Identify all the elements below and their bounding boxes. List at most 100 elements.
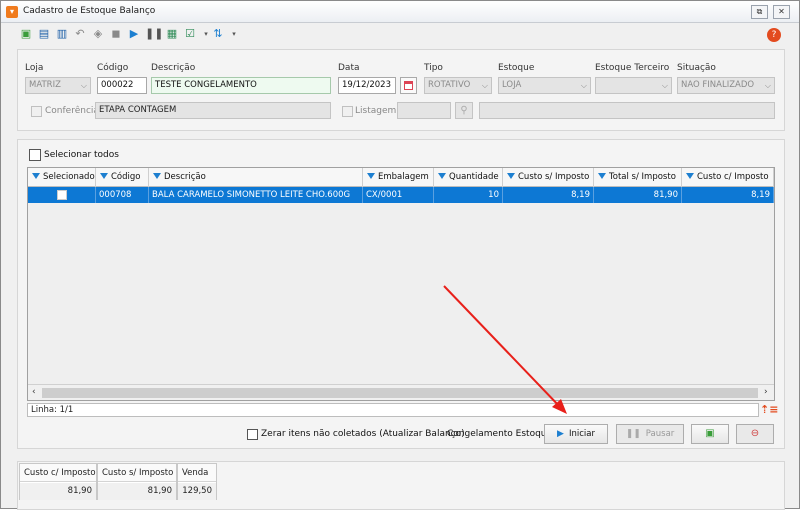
save-as-icon[interactable]: ▥: [55, 27, 69, 41]
listagem-description-field: [479, 102, 775, 119]
filter-icon[interactable]: [598, 172, 606, 179]
listagem-checkbox[interactable]: [342, 106, 353, 117]
filter-icon[interactable]: [686, 172, 694, 179]
play-icon[interactable]: ▶: [127, 27, 141, 41]
window-title: Cadastro de Estoque Balanço: [23, 6, 156, 16]
column-header-custo-c-imposto[interactable]: Custo c/ Imposto: [682, 168, 774, 187]
edit-icon[interactable]: ◼: [109, 27, 123, 41]
codigo-label: Código: [97, 63, 129, 73]
filter-icon[interactable]: [438, 172, 446, 179]
estoque-label: Estoque: [498, 63, 535, 73]
conferencia-label: Conferência: [45, 106, 99, 116]
filter-icon[interactable]: [153, 172, 161, 179]
search-icon[interactable]: ⚲: [455, 102, 473, 119]
scrollbar-thumb[interactable]: [42, 388, 758, 398]
data-label: Data: [338, 63, 360, 73]
remove-document-icon: ⊖: [750, 428, 760, 439]
sort-options-icon[interactable]: ⇡≡: [760, 403, 778, 416]
horizontal-scrollbar[interactable]: ‹ ›: [28, 384, 774, 400]
cell-custo-c-imposto: 8,19: [682, 187, 774, 203]
listagem-label: Listagem: [355, 106, 397, 116]
select-all-checkbox[interactable]: [29, 149, 41, 161]
refresh-icon[interactable]: ⇅: [211, 27, 225, 41]
cell-selecionado: [28, 187, 96, 203]
column-header-descricao[interactable]: Descrição: [149, 168, 363, 187]
situacao-select[interactable]: NAO FINALIZADO ⌵: [677, 77, 775, 94]
refresh-dropdown-icon[interactable]: ▾: [227, 27, 241, 41]
summary-value: 81,90: [98, 483, 176, 500]
app-menu-icon[interactable]: ▾: [6, 6, 18, 18]
new-icon[interactable]: ▣: [19, 27, 33, 41]
play-icon: ▶: [557, 429, 564, 439]
calendar-button[interactable]: [400, 77, 417, 94]
approve-icon[interactable]: ☑: [183, 27, 197, 41]
summary-value: 129,50: [178, 483, 216, 500]
estoque-terceiro-select[interactable]: ⌵: [595, 77, 672, 94]
filter-icon[interactable]: [32, 172, 40, 179]
estoque-select[interactable]: LOJA ⌵: [498, 77, 591, 94]
column-header-codigo[interactable]: Código: [96, 168, 149, 187]
grid-status-bar: Linha: 1/1: [27, 403, 759, 417]
filter-icon[interactable]: [100, 172, 108, 179]
estoque-value: LOJA: [502, 80, 522, 90]
remove-item-button[interactable]: ⊖: [736, 424, 774, 444]
filter-icon[interactable]: [507, 172, 515, 179]
cell-embalagem: CX/0001: [363, 187, 434, 203]
summary-label: Custo s/ Imposto: [98, 464, 176, 482]
situacao-value: NAO FINALIZADO: [681, 80, 755, 90]
loja-select[interactable]: MATRIZ ⌵: [25, 77, 91, 94]
filter-icon[interactable]: [367, 172, 375, 179]
scroll-left-icon[interactable]: ‹: [32, 387, 36, 397]
chevron-down-icon: ⌵: [764, 81, 771, 90]
pause-icon[interactable]: ❚❚: [145, 27, 163, 41]
add-document-icon: ▣: [705, 428, 715, 439]
calendar-icon: [404, 81, 413, 90]
close-button[interactable]: ✕: [773, 5, 790, 19]
chevron-down-icon: ⌵: [80, 81, 87, 90]
table-row[interactable]: 000708 BALA CARAMELO SIMONETTO LEITE CHO…: [28, 187, 774, 203]
pausar-button[interactable]: ❚❚ Pausar: [616, 424, 684, 444]
zerar-itens-checkbox[interactable]: [247, 429, 258, 440]
conferencia-checkbox[interactable]: [31, 106, 42, 117]
iniciar-button[interactable]: ▶ Iniciar: [544, 424, 608, 444]
chevron-down-icon: ⌵: [580, 81, 587, 90]
summary-custo-c-imposto: Custo c/ Imposto 81,90: [19, 463, 97, 500]
column-header-selecionado[interactable]: Selecionado: [28, 168, 96, 187]
chevron-down-icon: ⌵: [481, 81, 488, 90]
pausar-label: Pausar: [645, 429, 675, 439]
help-icon[interactable]: ?: [767, 28, 781, 42]
data-field[interactable]: 19/12/2023: [338, 77, 396, 94]
column-header-quantidade[interactable]: Quantidade: [434, 168, 503, 187]
summary-label: Custo c/ Imposto: [20, 464, 96, 482]
save-icon[interactable]: ▤: [37, 27, 51, 41]
print-icon[interactable]: ◈: [91, 27, 105, 41]
descricao-label: Descrição: [151, 63, 196, 73]
cell-total-s-imposto: 81,90: [594, 187, 682, 203]
column-header-embalagem[interactable]: Embalagem: [363, 168, 434, 187]
restore-button[interactable]: ⧉: [751, 5, 768, 19]
cell-descricao: BALA CARAMELO SIMONETTO LEITE CHO.600G: [149, 187, 363, 203]
situacao-label: Situação: [677, 63, 716, 73]
items-grid[interactable]: Selecionado Código Descrição Embalagem Q…: [27, 167, 775, 401]
add-item-button[interactable]: ▣: [691, 424, 729, 444]
descricao-field[interactable]: TESTE CONGELAMENTO: [151, 77, 331, 94]
column-header-total-s-imposto[interactable]: Total s/ Imposto: [594, 168, 682, 187]
estoque-terceiro-label: Estoque Terceiro: [595, 63, 670, 73]
codigo-field[interactable]: 000022: [97, 77, 147, 94]
row-select-checkbox[interactable]: [57, 190, 67, 200]
cell-custo-s-imposto: 8,19: [503, 187, 594, 203]
undo-icon[interactable]: ↶: [73, 27, 87, 41]
zerar-itens-label: Zerar itens não coletados (Atualizar Bal…: [261, 429, 465, 439]
pause-icon: ❚❚: [625, 429, 641, 439]
calc-icon[interactable]: ▦: [165, 27, 179, 41]
grid-header: Selecionado Código Descrição Embalagem Q…: [28, 168, 774, 187]
scroll-right-icon[interactable]: ›: [764, 387, 768, 397]
summary-value: 81,90: [20, 483, 96, 500]
congelamento-label: Congelamento Estoque: [447, 429, 553, 439]
tipo-select[interactable]: ROTATIVO ⌵: [424, 77, 492, 94]
main-window: ▾ Cadastro de Estoque Balanço ⧉ ✕ ▣ ▤ ▥ …: [0, 0, 800, 510]
column-header-custo-s-imposto[interactable]: Custo s/ Imposto: [503, 168, 594, 187]
tipo-label: Tipo: [424, 63, 443, 73]
loja-value: MATRIZ: [29, 80, 61, 90]
select-all-label: Selecionar todos: [44, 150, 119, 160]
